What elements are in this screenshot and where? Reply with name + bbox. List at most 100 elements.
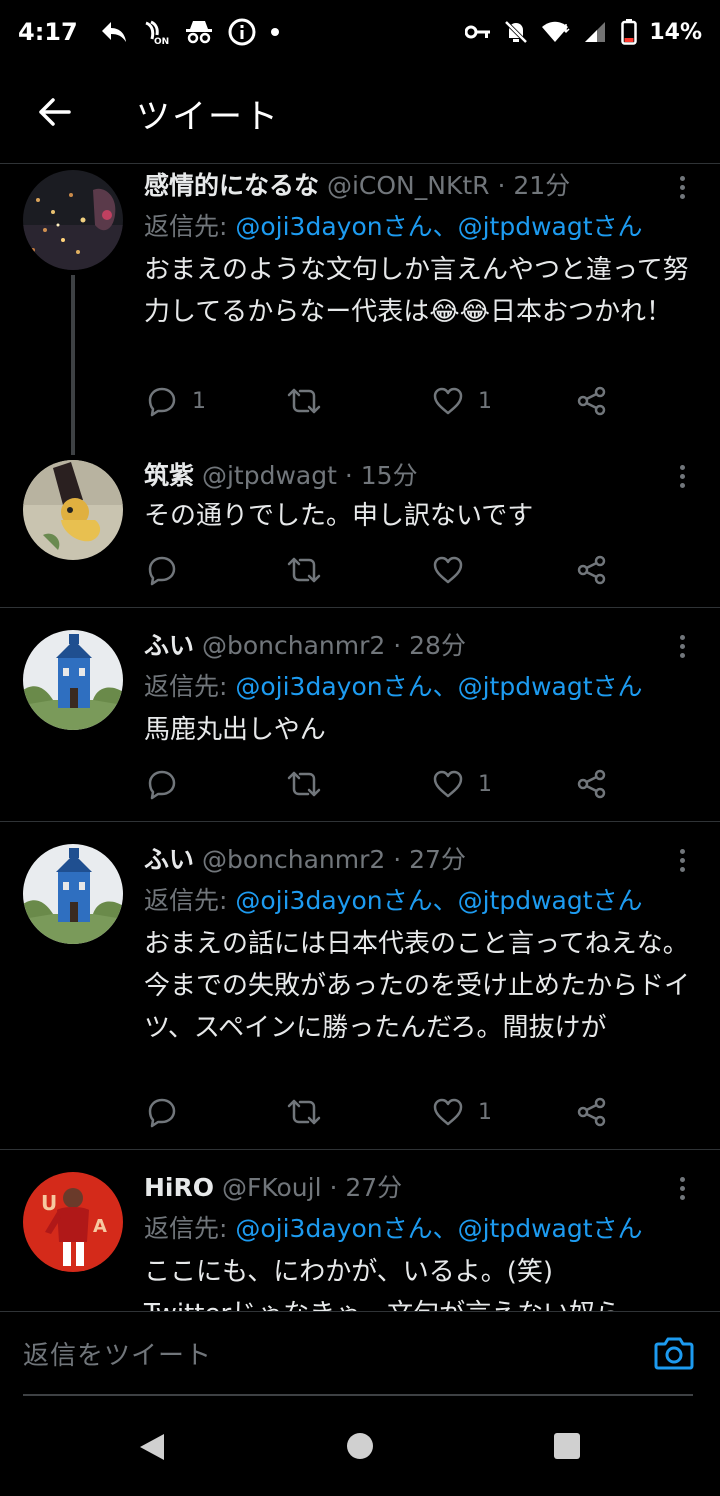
like-count: 1 [478, 388, 492, 414]
tweet-header: 筑紫 @jtpdwagt · 15分 [144, 459, 692, 493]
share-button[interactable] [576, 381, 608, 421]
user-handle[interactable]: @iCON_NKtR [327, 171, 490, 200]
share-button[interactable] [576, 764, 608, 804]
camera-button[interactable] [654, 1334, 694, 1374]
recents-square-icon [553, 1433, 581, 1464]
tweet-time[interactable]: 15分 [361, 461, 418, 490]
reply-button[interactable]: 1 [146, 381, 206, 421]
separator-dot: · [344, 461, 353, 490]
tweet-actions: 1 [144, 1092, 624, 1132]
separator-dot: · [393, 631, 402, 660]
tweet-actions: 1 1 [144, 381, 624, 421]
avatar[interactable] [23, 170, 123, 270]
top-app-bar: ツイート [0, 64, 720, 164]
battery-percentage: 14% [649, 19, 702, 45]
avatar[interactable]: U A [23, 1172, 123, 1272]
mention-link[interactable]: @jtpdwagtさん [458, 212, 643, 241]
mention-link[interactable]: @jtpdwagtさん [458, 886, 643, 915]
tweet-item[interactable]: ふい @bonchanmr2 · 27分 返信先: @oji3dayonさん、@… [0, 822, 720, 1150]
camera-icon [654, 1337, 694, 1376]
tweet-text: ここにも、にわかが、いるよ。(笑) [144, 1257, 553, 1287]
reply-button[interactable] [146, 550, 192, 590]
share-button[interactable] [576, 1092, 608, 1132]
avatar[interactable] [23, 630, 123, 730]
tweet-time[interactable]: 21分 [513, 171, 570, 200]
user-handle[interactable]: @FKoujl [222, 1173, 322, 1202]
like-button[interactable]: 1 [432, 764, 492, 804]
tweet-text: おまえのような文句しか言えんやつと違って努力してるからなー代表は😂😂日本おつかれ… [144, 255, 689, 327]
retweet-button[interactable] [286, 550, 336, 590]
tweet-header: HiRO @FKoujl · 27分 [144, 1171, 692, 1205]
replying-to: 返信先: @oji3dayonさん、@jtpdwagtさん [144, 881, 692, 921]
nav-back-button[interactable] [138, 1432, 166, 1466]
display-name[interactable]: 感情的になるな [144, 171, 319, 200]
mention-link[interactable]: @oji3dayonさん [235, 886, 432, 915]
mention-link[interactable]: @oji3dayonさん [235, 212, 432, 241]
tweet-item[interactable]: ふい @bonchanmr2 · 28分 返信先: @oji3dayonさん、@… [0, 608, 720, 822]
tweet-item[interactable]: 筑紫 @jtpdwagt · 15分 その通りでした。申し訳ないです [0, 445, 720, 608]
reply-icon [146, 554, 178, 586]
tweet-header: ふい @bonchanmr2 · 28分 [144, 629, 692, 663]
more-options-icon[interactable] [674, 843, 690, 877]
display-name[interactable]: 筑紫 [144, 461, 194, 490]
display-name[interactable]: ふい [144, 631, 194, 660]
nav-recents-button[interactable] [553, 1432, 581, 1464]
share-icon [576, 385, 608, 417]
reply-composer: 返信をツイート [0, 1311, 720, 1397]
reply-input[interactable]: 返信をツイート [23, 1312, 693, 1396]
reply-count: 1 [192, 388, 206, 414]
like-button[interactable]: 1 [432, 381, 492, 421]
more-options-icon[interactable] [674, 170, 690, 204]
display-name[interactable]: HiRO [144, 1173, 214, 1202]
display-name[interactable]: ふい [144, 845, 194, 874]
separator-dot: · [497, 171, 506, 200]
tweet-time[interactable]: 28分 [409, 631, 466, 660]
replying-to: 返信先: @oji3dayonさん、@jtpdwagtさん [144, 1209, 692, 1249]
mention-link[interactable]: @oji3dayonさん [235, 1214, 432, 1243]
back-button[interactable] [22, 82, 86, 146]
info-icon [228, 18, 256, 46]
tweet-item[interactable]: 感情的になるな @iCON_NKtR · 21分 返信先: @oji3dayon… [0, 165, 720, 455]
avatar[interactable] [23, 844, 123, 944]
user-handle[interactable]: @bonchanmr2 [202, 845, 385, 874]
like-button[interactable]: 1 [432, 1092, 492, 1132]
reply-arrow-icon [100, 20, 128, 44]
tweet-time[interactable]: 27分 [345, 1173, 402, 1202]
heart-icon [432, 386, 464, 416]
retweet-button[interactable] [286, 381, 336, 421]
nav-home-button[interactable] [346, 1432, 374, 1464]
retweet-button[interactable] [286, 764, 336, 804]
avatar[interactable] [23, 460, 123, 560]
mention-link[interactable]: @jtpdwagtさん [458, 1214, 643, 1243]
tweet-actions: 1 [144, 764, 624, 804]
reply-button[interactable] [146, 1092, 192, 1132]
retweet-icon [286, 386, 322, 416]
mention-link[interactable]: @jtpdwagtさん [458, 672, 643, 701]
user-handle[interactable]: @bonchanmr2 [202, 631, 385, 660]
more-options-icon[interactable] [674, 459, 690, 493]
reply-button[interactable] [146, 764, 192, 804]
mention-link[interactable]: @oji3dayonさん [235, 672, 432, 701]
status-bar: 4:17 ON 14% [0, 0, 720, 64]
retweet-button[interactable] [286, 1092, 336, 1132]
tweet-text-cut: Twitterじゃなきゃ、文句が言えない奴ら [144, 1293, 692, 1311]
tweet-text: その通りでした。申し訳ないです [144, 501, 534, 531]
tweet-time[interactable]: 27分 [409, 845, 466, 874]
more-options-icon[interactable] [674, 629, 690, 663]
share-button[interactable] [576, 550, 608, 590]
tweet-body: 感情的になるな @iCON_NKtR · 21分 返信先: @oji3dayon… [144, 169, 692, 333]
reply-feed[interactable]: 感情的になるな @iCON_NKtR · 21分 返信先: @oji3dayon… [0, 165, 720, 1311]
battery-icon [621, 19, 638, 45]
more-options-icon[interactable] [674, 1171, 690, 1205]
like-button[interactable] [432, 550, 478, 590]
tweet-text: 馬鹿丸出しやん [144, 715, 326, 745]
svg-text:A: A [93, 1216, 107, 1237]
arrow-left-icon [37, 97, 71, 131]
user-handle[interactable]: @jtpdwagt [202, 461, 337, 490]
wifi-icon [541, 20, 571, 44]
replying-to: 返信先: @oji3dayonさん、@jtpdwagtさん [144, 207, 692, 247]
tweet-body: 筑紫 @jtpdwagt · 15分 その通りでした。申し訳ないです [144, 459, 692, 537]
tweet-item[interactable]: U A HiRO @FKoujl · 27分 返信先: @oji3dayonさん… [0, 1150, 720, 1311]
retweet-icon [286, 555, 322, 585]
bell-off-icon [503, 19, 529, 45]
